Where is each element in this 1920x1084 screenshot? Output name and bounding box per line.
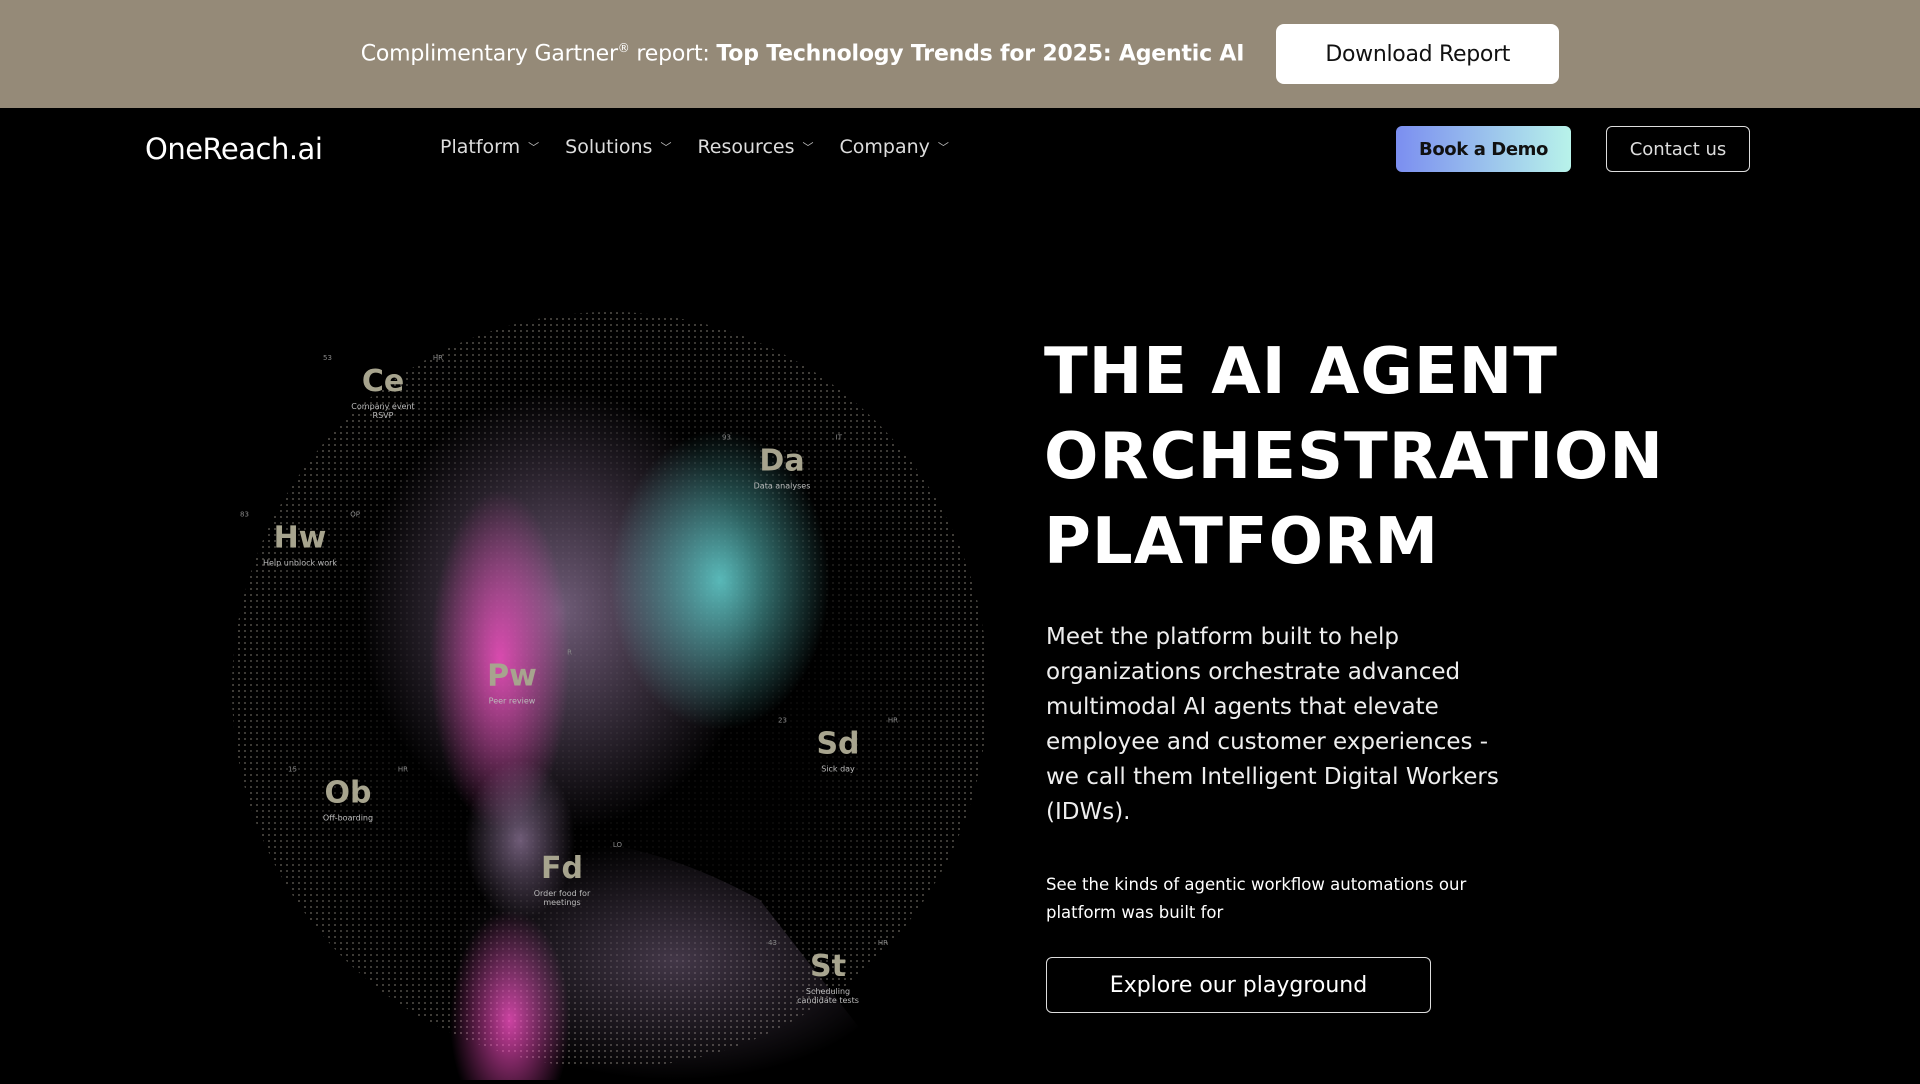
label-fd: LO Fd Order food for meetings: [522, 841, 622, 907]
label-num: 23: [778, 716, 787, 725]
label-desc: Data analyses: [753, 481, 811, 491]
label-dept: HR: [397, 765, 408, 774]
hero-image: 53 HR Ce Company event RSVP 93 IT Da Data anal…: [200, 280, 1020, 1084]
label-dept: IT: [835, 433, 842, 442]
label-ce: 53 HR Ce Company event RSVP: [323, 354, 443, 420]
nav-label: Platform: [440, 136, 521, 158]
label-sd: 23 HR Sd Sick day: [778, 717, 898, 774]
main-menu: Platform ﹀ Solutions ﹀ Resources ﹀ Company ﹀: [440, 136, 949, 158]
label-desc: Company event RSVP: [351, 402, 415, 420]
promo-banner: Complimentary Gartner® report: Top Techn…: [0, 0, 1920, 108]
label-symbol: Hw: [273, 520, 327, 556]
label-desc: Order food for meetings: [533, 889, 591, 907]
nav-solutions[interactable]: Solutions ﹀: [565, 136, 671, 158]
playground-intro: See the kinds of agentic workflow automa…: [1046, 875, 1467, 922]
nav-label: Solutions: [565, 136, 653, 158]
label-desc: Off-boarding: [322, 813, 374, 823]
label-dept: HR: [432, 354, 443, 362]
label-symbol: Ob: [324, 775, 372, 811]
nav-resources[interactable]: Resources ﹀: [697, 136, 813, 158]
label-desc: Peer review: [488, 696, 536, 706]
label-st: 43 HR St Scheduling candidate tests: [768, 939, 888, 1005]
label-symbol: Da: [759, 443, 805, 479]
label-hw: 83 OP Hw Help unblock work: [240, 511, 360, 568]
label-desc: Help unblock work: [262, 558, 338, 568]
label-num: 15: [288, 765, 297, 774]
label-symbol: Fd: [541, 851, 583, 886]
explore-playground-button[interactable]: Explore our playground: [1046, 957, 1431, 1013]
chevron-down-icon: ﹀: [802, 141, 814, 154]
banner-report-title: Top Technology Trends for 2025: Agentic …: [716, 41, 1245, 67]
hero-title: THE AI AGENT ORCHESTRATION PLATFORM: [1044, 330, 1664, 585]
chevron-down-icon: ﹀: [528, 141, 540, 154]
label-dept: HR: [877, 939, 888, 947]
banner-middle: report:: [629, 41, 717, 67]
label-dept: HR: [887, 716, 898, 725]
title-line: THE AI AGENT: [1044, 335, 1558, 409]
label-dept: OP: [350, 510, 360, 519]
nav-platform[interactable]: Platform ﹀: [440, 136, 539, 158]
label-symbol: Ce: [361, 364, 405, 399]
book-demo-button[interactable]: Book a Demo: [1396, 126, 1571, 172]
label-num: 53: [323, 354, 332, 362]
chevron-down-icon: ﹀: [937, 141, 949, 154]
logo[interactable]: OneReach.ai: [145, 132, 323, 166]
label-num: 83: [240, 510, 249, 519]
registered-mark: ®: [617, 41, 630, 56]
label-symbol: Sd: [816, 726, 860, 762]
label-dept: LO: [612, 841, 622, 849]
label-desc: Scheduling candidate tests: [797, 987, 859, 1005]
download-report-button[interactable]: Download Report: [1276, 24, 1560, 84]
label-desc: Sick day: [821, 764, 855, 774]
nav-label: Company: [839, 136, 930, 158]
label-ob: 15 HR Ob Off-boarding: [288, 766, 408, 823]
particle-portrait-illustration: [230, 310, 990, 1084]
label-symbol: St: [810, 949, 846, 984]
banner-prefix: Complimentary Gartner: [360, 41, 618, 67]
nav-label: Resources: [697, 136, 795, 158]
title-line: PLATFORM: [1044, 505, 1439, 579]
title-line: ORCHESTRATION: [1044, 420, 1664, 494]
banner-text: Complimentary Gartner® report: Top Techn…: [361, 41, 1245, 66]
label-dept: R: [567, 648, 572, 657]
label-da: 93 IT Da Data analyses: [722, 434, 842, 491]
chevron-down-icon: ﹀: [660, 141, 672, 154]
hero-description: Meet the platform built to help organiza…: [1046, 624, 1499, 825]
label-symbol: Pw: [487, 658, 537, 694]
label-num: 43: [768, 939, 777, 947]
nav-company[interactable]: Company ﹀: [840, 136, 949, 158]
label-num: 93: [722, 433, 731, 442]
contact-us-button[interactable]: Contact us: [1606, 126, 1750, 172]
label-pw: R Pw Peer review: [472, 649, 572, 706]
